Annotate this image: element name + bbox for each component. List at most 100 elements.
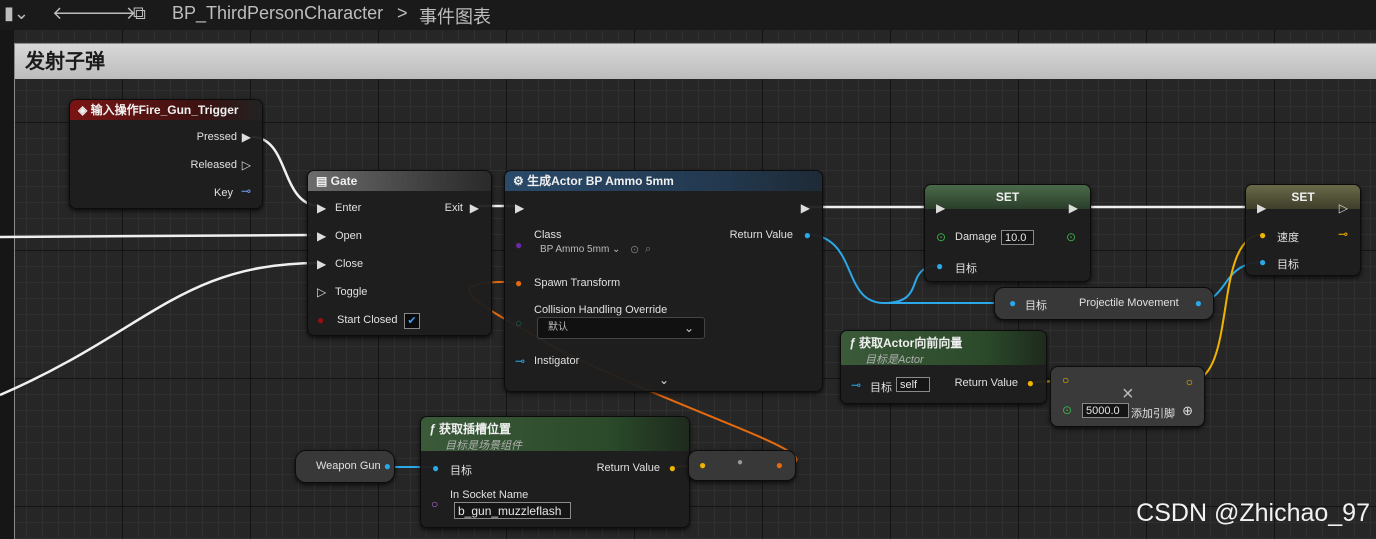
input-action-header[interactable]: ◈ 输入操作Fire_Gun_Trigger [70, 100, 262, 120]
key-pin-icon[interactable]: ⊸ [241, 184, 251, 198]
target-pin-icon[interactable]: ● [936, 259, 943, 273]
pin-label-collision-handling: Collision Handling Override [534, 304, 668, 316]
return-value-pin-icon[interactable]: ● [1027, 376, 1034, 390]
name-pin-icon[interactable]: ○ [431, 497, 438, 511]
expand-chevron-icon[interactable]: ⌄ [659, 373, 669, 387]
return-value-pin-icon[interactable]: ● [1195, 296, 1202, 310]
vector-input-pin-icon[interactable]: ● [699, 458, 706, 472]
return-value-pin-icon[interactable]: ● [669, 461, 676, 475]
collision-dropdown[interactable]: 默认 ⌄ [537, 317, 705, 339]
vector-to-transform-node[interactable]: ● ● ● [688, 450, 796, 481]
spawn-actor-header[interactable]: ⚙ 生成Actor BP Ammo 5mm [505, 171, 822, 191]
weapon-gun-output-pin-icon[interactable]: ● [384, 459, 391, 473]
add-pin-icon[interactable]: ⊕ [1182, 403, 1193, 419]
float-pin-icon[interactable]: ⊙ [1062, 403, 1072, 417]
get-forward-vector-header[interactable]: ƒ 获取Actor向前向量 目标是Actor [841, 331, 1046, 366]
exec-pin-released[interactable]: ▷ [242, 158, 251, 172]
get-socket-location-node[interactable]: ƒ 获取插槽位置 目标是场景组件 ● 目标 Return Value ● In … [420, 416, 690, 528]
pin-label-close: Close [335, 258, 364, 270]
vector-output-pin-icon[interactable]: ⊸ [1338, 227, 1348, 241]
pin-label-damage: Damage [955, 231, 997, 243]
socket-name-input[interactable]: b_gun_muzzleflash [454, 502, 571, 519]
pin-label-return-value: Return Value [596, 462, 660, 474]
gate-node[interactable]: ▤ Gate ▶ Enter Exit ▶ ▶ Open ▶ Close ▷ T… [307, 170, 492, 336]
set-damage-title[interactable]: SET [925, 185, 1090, 209]
class-dropdown[interactable]: BP Ammo 5mm ⌄ [535, 242, 625, 259]
start-closed-checkbox[interactable]: ✔ [404, 313, 420, 329]
pin-label-released: Released [190, 159, 237, 171]
pin-label-target: 目标 [1277, 259, 1299, 271]
collision-dropdown-value: 默认 [548, 322, 568, 333]
exec-pin-in[interactable]: ▶ [936, 201, 945, 215]
spawn-actor-node[interactable]: ⚙ 生成Actor BP Ammo 5mm ▶ ▶ Class ● BP Amm… [504, 170, 823, 392]
chevron-down-icon: ⌄ [683, 321, 694, 335]
function-icon: ƒ [429, 422, 440, 436]
multiply-node[interactable]: ○ × ○ ⊙ 5000.0 添加引脚 ⊕ [1050, 366, 1205, 427]
get-forward-vector-subtitle: 目标是Actor [865, 354, 924, 366]
target-pin-icon[interactable]: ⊸ [851, 378, 861, 392]
gate-icon: ▤ [316, 174, 331, 188]
class-dropdown-value: BP Ammo 5mm [540, 244, 610, 255]
class-pin-icon[interactable]: ● [515, 238, 522, 252]
vector-input-pin-icon[interactable]: ○ [1062, 373, 1069, 387]
exec-pin-toggle[interactable]: ▷ [317, 285, 326, 299]
pin-label-target: 目标 [1025, 300, 1047, 312]
float-output-pin-icon[interactable]: ⊙ [1066, 230, 1076, 244]
pin-label-instigator: Instigator [534, 355, 580, 367]
conversion-dot-icon: ● [737, 457, 744, 468]
exec-wire [0, 261, 321, 397]
watermark: CSDN @Zhichao_97 [1136, 499, 1370, 527]
instigator-pin-icon[interactable]: ⊸ [515, 354, 525, 368]
pin-label-open: Open [335, 230, 362, 242]
browse-icon[interactable]: ⊙ [630, 243, 639, 256]
target-pin-icon[interactable]: ● [1259, 255, 1266, 269]
exec-wire [0, 233, 312, 239]
set-speed-node[interactable]: SET ▶ ▷ ● 速度 ⊸ ● 目标 [1245, 184, 1361, 276]
target-self-input[interactable]: self [896, 377, 930, 392]
exec-pin-out[interactable]: ▷ [1339, 201, 1348, 215]
exec-pin-out[interactable]: ▶ [801, 201, 810, 215]
pin-label-return-value: Return Value [954, 377, 1018, 389]
pin-label-key: Key [214, 187, 233, 199]
input-action-node[interactable]: ◈ 输入操作Fire_Gun_Trigger Pressed ▶ Release… [69, 99, 263, 209]
exec-pin-enter[interactable]: ▶ [317, 201, 326, 215]
pin-label-toggle: Toggle [335, 286, 368, 298]
exec-pin-in[interactable]: ▶ [515, 201, 524, 215]
get-forward-vector-node[interactable]: ƒ 获取Actor向前向量 目标是Actor ⊸ 目标 self Return … [840, 330, 1047, 404]
pin-label-target: 目标 [955, 263, 977, 275]
transform-output-pin-icon[interactable]: ● [776, 458, 783, 472]
object-wire [803, 233, 943, 305]
exec-pin-in[interactable]: ▶ [1257, 201, 1266, 215]
vector-pin-icon[interactable]: ● [1259, 228, 1266, 242]
set-damage-node[interactable]: SET ▶ ▶ ⊙ Damage 10.0 ⊙ ● 目标 [924, 184, 1091, 282]
get-forward-vector-title: 获取Actor向前向量 [859, 336, 963, 350]
pin-label-pressed: Pressed [196, 131, 237, 143]
add-pin-label[interactable]: 添加引脚 [1131, 405, 1175, 421]
exec-pin-close[interactable]: ▶ [317, 257, 326, 271]
exec-pin-open[interactable]: ▶ [317, 229, 326, 243]
weapon-gun-label: Weapon Gun [316, 460, 381, 472]
float-pin-icon[interactable]: ⊙ [936, 230, 946, 244]
multiplier-value-input[interactable]: 5000.0 [1082, 403, 1129, 418]
function-icon: ƒ [849, 336, 860, 350]
pin-label-socket-name: In Socket Name [450, 489, 529, 501]
pin-label-class: Class [534, 229, 562, 241]
search-icon[interactable]: ⌕ [645, 243, 651, 256]
get-socket-location-header[interactable]: ƒ 获取插槽位置 目标是场景组件 [421, 417, 689, 452]
exec-pin-exit[interactable]: ▶ [470, 201, 479, 215]
target-pin-icon[interactable]: ● [432, 461, 439, 475]
transform-pin-icon[interactable]: ● [515, 276, 522, 290]
target-pin-icon[interactable]: ● [1009, 296, 1016, 310]
projectile-movement-node[interactable]: ● 目标 Projectile Movement ● [994, 287, 1214, 320]
vector-output-pin-icon[interactable]: ○ [1186, 375, 1193, 389]
weapon-gun-node[interactable]: Weapon Gun ● [295, 450, 395, 483]
enum-pin-icon[interactable]: ○ [515, 316, 522, 330]
exec-pin-out[interactable]: ▶ [1069, 201, 1078, 215]
pin-label-target: 目标 [450, 465, 472, 477]
gate-header[interactable]: ▤ Gate [308, 171, 491, 191]
bool-pin-icon[interactable]: ● [317, 313, 324, 327]
chevron-down-icon: ⌄ [609, 244, 621, 255]
damage-value-input[interactable]: 10.0 [1001, 230, 1034, 245]
exec-pin-pressed[interactable]: ▶ [242, 130, 251, 144]
return-value-pin-icon[interactable]: ● [804, 228, 811, 242]
